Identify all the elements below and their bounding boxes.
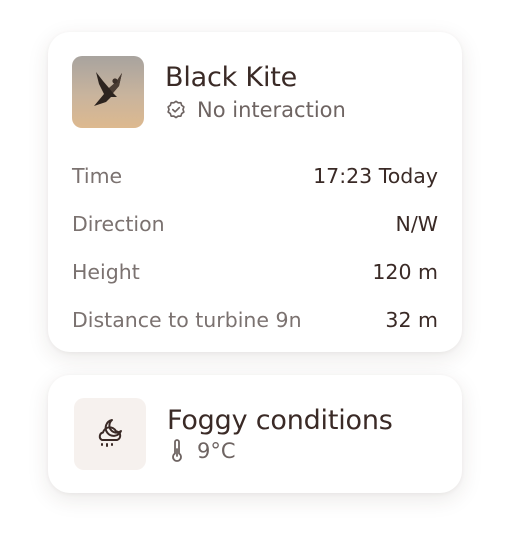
detail-value: 120 m bbox=[372, 260, 438, 284]
detail-label: Height bbox=[72, 260, 140, 284]
bird-thumbnail bbox=[72, 56, 144, 128]
detail-label: Time bbox=[72, 164, 123, 188]
detail-row-height: Height 120 m bbox=[72, 248, 438, 296]
sighting-details: Time 17:23 Today Direction N/W Height 12… bbox=[72, 152, 438, 344]
temperature-line: 9°C bbox=[167, 439, 393, 463]
status-text: No interaction bbox=[197, 98, 346, 122]
sighting-header: Black Kite No interaction bbox=[72, 56, 438, 128]
check-badge-icon bbox=[165, 99, 187, 121]
weather-icon-box bbox=[74, 398, 146, 470]
detail-row-time: Time 17:23 Today bbox=[72, 152, 438, 200]
detail-label: Distance to turbine 9n bbox=[72, 308, 302, 332]
cloud-moon-icon bbox=[90, 412, 130, 456]
detail-row-direction: Direction N/W bbox=[72, 200, 438, 248]
detail-value: N/W bbox=[395, 212, 438, 236]
bird-sighting-card[interactable]: Black Kite No interaction Time 17:23 Tod… bbox=[48, 32, 462, 352]
detail-row-distance: Distance to turbine 9n 32 m bbox=[72, 296, 438, 344]
detail-value: 17:23 Today bbox=[313, 164, 438, 188]
status-line: No interaction bbox=[165, 98, 346, 122]
species-name: Black Kite bbox=[165, 62, 298, 93]
temperature-value: 9°C bbox=[197, 439, 236, 463]
detail-value: 32 m bbox=[385, 308, 438, 332]
weather-condition: Foggy conditions bbox=[167, 405, 393, 436]
thermometer-icon bbox=[167, 439, 187, 463]
weather-card[interactable]: Foggy conditions 9°C bbox=[48, 375, 462, 493]
detail-label: Direction bbox=[72, 212, 165, 236]
